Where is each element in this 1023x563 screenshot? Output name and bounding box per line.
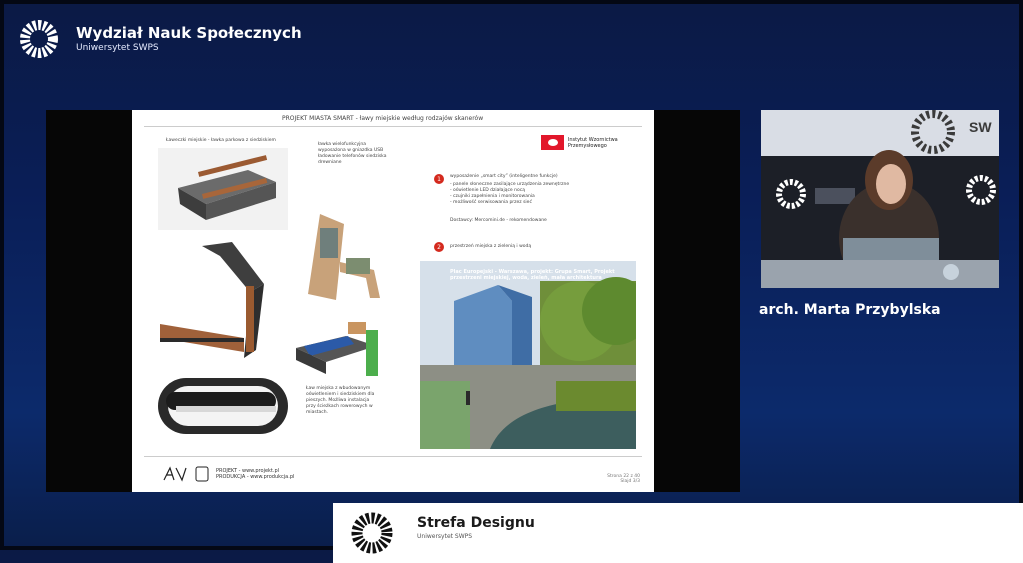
- bench-caption: Ław miejska z wbudowanym oświetleniem i …: [306, 386, 375, 415]
- urban-photo-image: [420, 261, 636, 449]
- speaker-name: arch. Marta Przybylska: [759, 302, 941, 318]
- brand-header: Wydział Nauk Społecznych Uniwersytet SWP…: [14, 14, 302, 64]
- institute-logo: Instytut Wzornictwa Przemysłowego: [541, 135, 654, 150]
- slide-header: PROJEKT MIASTA SMART - ławy miejskie wed…: [282, 115, 484, 122]
- slide-footer-right: Strona 22 z 40 Slajd 3/3: [607, 474, 640, 484]
- footer-contact: PROJEKT - www.projekt.pl PRODUKCJA - www…: [216, 468, 295, 480]
- slide-divider: [144, 126, 642, 127]
- institute-logo-text: Instytut Wzornictwa Przemysłowego: [567, 136, 618, 149]
- bullet-badge-2: 2: [434, 242, 444, 252]
- institute-logo-icon: [541, 135, 564, 150]
- bullet1-detail: - panele słoneczne zasilające urządzenia…: [450, 182, 570, 205]
- bench-image-3: [308, 214, 380, 300]
- urban-photo: Plac Europejski - Warszawa, projekt: Gru…: [420, 261, 636, 449]
- brand-title: Wydział Nauk Społecznych: [76, 24, 302, 42]
- bench-image-2: [160, 242, 264, 358]
- bullet-badge-1: 1: [434, 174, 444, 184]
- bench-image-4: [296, 322, 378, 376]
- presentation-slide: PROJEKT MIASTA SMART - ławy miejskie wed…: [132, 110, 654, 492]
- footer-logo-icon: [163, 466, 209, 482]
- bullet2-title: przestrzeń miejska z zielenią i wodą: [450, 244, 532, 249]
- camera-brand-text: SW: [969, 119, 992, 135]
- section1-note: Ławeczki miejskie - ławka parkowa z sied…: [166, 138, 276, 143]
- strefa-banner: Strefa Designu Uniwersytet SWPS: [333, 503, 1023, 563]
- speaker-camera: SW: [761, 110, 999, 288]
- strefa-subtitle: Uniwersytet SWPS: [417, 533, 473, 540]
- speaker-video: SW: [761, 110, 999, 288]
- bench-image-5: [158, 378, 288, 434]
- strefa-logo-icon: [351, 512, 393, 554]
- presentation-area: PROJEKT MIASTA SMART - ławy miejskie wed…: [46, 110, 740, 492]
- photo-caption: Plac Europejski - Warszawa, projekt: Gru…: [450, 269, 615, 281]
- slide-footer-brand: PROJEKT - www.projekt.pl PRODUKCJA - www…: [162, 466, 294, 482]
- brand-subtitle: Uniwersytet SWPS: [76, 43, 159, 53]
- swps-logo-icon: [20, 20, 58, 58]
- strefa-title: Strefa Designu: [417, 515, 535, 531]
- slide-footer-divider: [144, 456, 642, 457]
- section1-text: ławka wielofunkcyjna wyposażona w gniazd…: [318, 142, 387, 165]
- bench-image-1: [158, 148, 288, 230]
- bullet1-title: wyposażenie „smart city” (inteligentne f…: [450, 174, 558, 179]
- source-line: Dostawcy: Mercomini.de - rekomendowane: [450, 218, 547, 223]
